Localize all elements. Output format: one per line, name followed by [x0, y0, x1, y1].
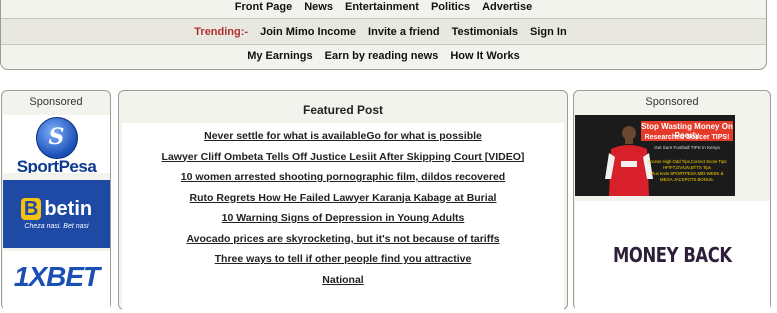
ad-subheadline: Researched Soccer TIPS! — [644, 134, 730, 141]
post-link[interactable]: Lawyer Cliff Ombeta Tells Off Justice Le… — [122, 147, 564, 168]
ad-tagline: Get Sure Football TIPS In Kenya — [654, 145, 720, 150]
nav-testimonials[interactable]: Testimonials — [452, 26, 518, 38]
post-link[interactable]: Never settle for what is availableGo for… — [122, 126, 564, 147]
nav-row-trending: Trending:- Join Mimo Income Invite a fri… — [1, 19, 766, 45]
nav-front-page[interactable]: Front Page — [235, 1, 292, 13]
money-back-ad[interactable]: MONEY BACK — [575, 201, 770, 311]
post-link[interactable]: National — [122, 270, 564, 291]
right-sponsored-panel: Sponsored Stop Wasting Money On Poorly R… — [573, 90, 771, 311]
post-link[interactable]: 10 Warning Signs of Depression in Young … — [122, 208, 564, 229]
nav-invite-friend[interactable]: Invite a friend — [368, 26, 440, 38]
onexbet-ad[interactable]: 1XBET — [3, 251, 110, 311]
trending-label: Trending:- — [194, 26, 249, 38]
betin-ad[interactable]: Bbetin Cheza nasi. Bet nasi — [3, 180, 110, 248]
nav-news[interactable]: News — [304, 1, 333, 13]
page-scrollbar[interactable] — [771, 90, 777, 300]
onexbet-logo: 1XBET — [13, 261, 100, 292]
featured-post-panel: Featured Post Never settle for what is a… — [118, 90, 568, 313]
nav-advertise[interactable]: Advertise — [482, 1, 532, 13]
post-link[interactable]: 10 women arrested shooting pornographic … — [122, 167, 564, 188]
nav-how-it-works[interactable]: How It Works — [450, 50, 519, 62]
nav-entertainment[interactable]: Entertainment — [345, 1, 419, 13]
betin-tagline: Cheza nasi. Bet nasi — [24, 223, 89, 230]
left-sponsored-panel: Sponsored S SportPesa Bbetin Cheza nasi.… — [1, 90, 111, 311]
nav-join-mimo-income[interactable]: Join Mimo Income — [260, 26, 356, 38]
featured-post-list: Never settle for what is availableGo for… — [122, 123, 564, 313]
sponsored-heading: Sponsored — [645, 96, 699, 108]
nav-row-account: My Earnings Earn by reading news How It … — [1, 44, 766, 68]
featured-post-heading: Featured Post — [302, 103, 383, 117]
ad-fine-print: Access High Odd Tips,Correct Score Tips … — [647, 159, 727, 182]
post-link[interactable]: Avocado prices are skyrocketing, but it'… — [122, 229, 564, 250]
post-link[interactable]: Three ways to tell if other people find … — [122, 249, 564, 270]
top-navigation: Front Page News Entertainment Politics A… — [0, 0, 767, 70]
post-link[interactable]: Ruto Regrets How He Failed Lawyer Karanj… — [122, 188, 564, 209]
nav-earn-by-reading[interactable]: Earn by reading news — [325, 50, 439, 62]
betin-logo: Bbetin — [3, 198, 110, 221]
sportpesa-logo-text: SportPesa — [16, 157, 97, 173]
nav-sign-in[interactable]: Sign In — [530, 26, 567, 38]
nav-row-primary: Front Page News Entertainment Politics A… — [1, 0, 766, 19]
nav-politics[interactable]: Politics — [431, 1, 470, 13]
soccer-tips-ad[interactable]: Stop Wasting Money On Poorly Researched … — [575, 115, 735, 196]
sponsored-heading: Sponsored — [29, 96, 83, 108]
nav-my-earnings[interactable]: My Earnings — [247, 50, 312, 62]
sportpesa-ad[interactable]: S SportPesa — [3, 115, 110, 173]
sportpesa-logo-icon: S — [35, 117, 78, 159]
money-back-text: MONEY BACK — [613, 243, 732, 267]
